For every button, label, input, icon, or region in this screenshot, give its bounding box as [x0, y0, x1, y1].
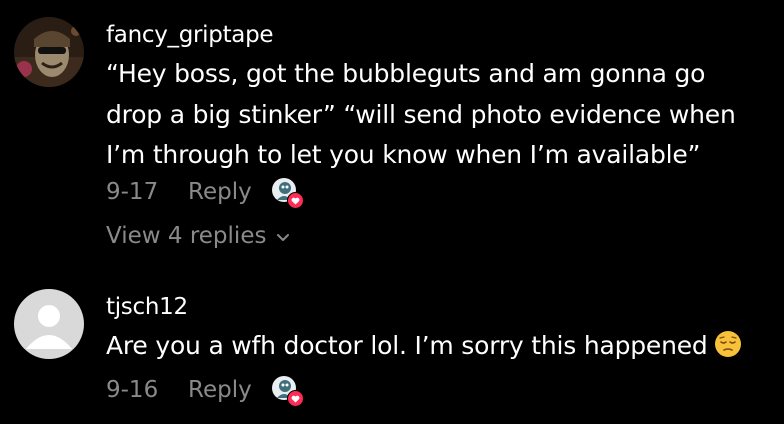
- avatar[interactable]: [14, 289, 84, 359]
- comment-text: Are you a wfh doctor lol. I’m sorry this…: [106, 326, 742, 371]
- heart-icon: [286, 192, 304, 209]
- view-replies-button[interactable]: View 4 replies: [106, 223, 290, 249]
- comment-meta: 9-17 Reply: [106, 177, 304, 209]
- creator-liked-heart-icon: [271, 376, 304, 407]
- comment-item: tjsch12 Are you a wfh doctor lol. I’m so…: [0, 270, 784, 424]
- comment-item: fancy_griptape “Hey boss, got the bubble…: [0, 0, 784, 270]
- creator-liked-heart-icon: [271, 178, 304, 209]
- comment-text: “Hey boss, got the bubbleguts and am gon…: [106, 54, 736, 176]
- reply-button[interactable]: Reply: [188, 377, 252, 403]
- comment-username[interactable]: tjsch12: [106, 294, 188, 320]
- comment-text-line: Are you a wfh doctor lol. I’m sorry this…: [106, 326, 742, 371]
- comment-text-line: “Hey boss, got the bubbleguts and am gon…: [106, 59, 706, 88]
- comment-text-line: drop a big stinker” “will send photo evi…: [106, 99, 736, 129]
- reply-button[interactable]: Reply: [188, 179, 252, 205]
- comment-text-content: Are you a wfh doctor lol. I’m sorry this…: [106, 331, 708, 360]
- chevron-down-icon: [276, 223, 290, 249]
- comment-meta: 9-16 Reply: [106, 375, 304, 407]
- avatar[interactable]: [14, 17, 84, 87]
- comment-username[interactable]: fancy_griptape: [106, 22, 274, 48]
- comment-text-line: I’m through to let you know when I’m ava…: [106, 140, 701, 169]
- comment-date: 9-17: [106, 179, 159, 205]
- heart-icon: [286, 390, 304, 407]
- pensive-face-icon: [714, 330, 742, 371]
- comment-date: 9-16: [106, 377, 159, 403]
- default-avatar-icon: [14, 289, 84, 359]
- view-replies-label: View 4 replies: [106, 223, 267, 249]
- user-photo: [14, 17, 84, 87]
